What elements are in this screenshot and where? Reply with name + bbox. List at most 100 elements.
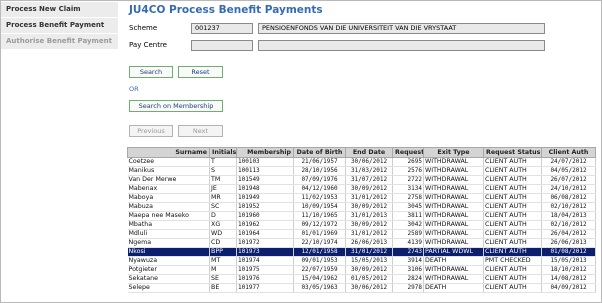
cell-client-auth: 02/10/2012 bbox=[541, 202, 596, 212]
cell-membership: 101973 bbox=[236, 247, 294, 257]
cell-date-of-birth: 09/01/1953 bbox=[293, 256, 346, 266]
column-header-request-status[interactable]: Request Status bbox=[483, 147, 542, 158]
cell-request: 3042 bbox=[392, 220, 424, 230]
cell-client-auth: 06/08/2012 bbox=[541, 193, 596, 203]
cell-request: 2722 bbox=[392, 175, 424, 185]
cell-client-auth: 26/04/2012 bbox=[541, 229, 596, 239]
table-header-row: Surname Initials Membership Date of Birt… bbox=[127, 147, 596, 158]
cell-request: 2758 bbox=[392, 193, 424, 203]
cell-request: 2743 bbox=[392, 247, 424, 257]
cell-exit-type: WITHDRAWAL bbox=[423, 202, 484, 212]
scheme-name-field[interactable]: PENSIOENFONDS VAN DIE UNIVERSITEIT VAN D… bbox=[258, 23, 545, 34]
table-row[interactable]: Van Der Merwe TM 101549 07/09/1976 31/07/201… bbox=[127, 175, 596, 185]
cell-request-status: PMT CHECKED bbox=[483, 256, 542, 266]
cell-initials: SE bbox=[209, 274, 237, 284]
table-row[interactable]: Selepe BE 101977 03/05/1963 30/06/2012 2978 DE… bbox=[127, 283, 596, 293]
nav-item-process-new-claim[interactable]: Process New Claim bbox=[1, 2, 118, 17]
search-on-membership-button[interactable]: Search on Membership bbox=[129, 100, 223, 112]
cell-initials: MT bbox=[209, 256, 237, 266]
cell-request-status: CLIENT AUTH bbox=[483, 202, 542, 212]
cell-client-auth: 14/08/2012 bbox=[541, 274, 596, 284]
cell-exit-type: WITHDRAWAL bbox=[423, 274, 484, 284]
table-row[interactable]: Maepa nee Maseko D 101960 11/10/1965 31/01/2… bbox=[127, 211, 596, 221]
cell-client-auth: 26/06/2013 bbox=[541, 238, 596, 248]
cell-client-auth: 26/07/2012 bbox=[541, 175, 596, 185]
table-row[interactable]: Coetzee T 100103 21/06/1957 30/06/2012 2695 WI… bbox=[127, 157, 596, 167]
reset-button[interactable]: Reset bbox=[178, 66, 223, 78]
table-row[interactable]: Mdluli WD 101964 01/01/1969 31/01/2012 2589 WI… bbox=[127, 229, 596, 239]
cell-date-of-birth: 11/10/1965 bbox=[293, 211, 346, 221]
cell-initials: MR bbox=[209, 193, 237, 203]
cell-request-status: CLIENT AUTH bbox=[483, 220, 542, 230]
cell-request: 2695 bbox=[392, 157, 424, 167]
page-title: JU4CO Process Benefit Payments bbox=[129, 4, 323, 16]
table-row[interactable]: Mabenax JE 101948 04/12/1960 30/09/2012 3134 W… bbox=[127, 184, 596, 194]
column-header-initials[interactable]: Initials bbox=[209, 147, 237, 158]
cell-client-auth: 24/10/2012 bbox=[541, 184, 596, 194]
cell-end-date: 31/01/2012 bbox=[345, 247, 393, 257]
cell-initials: S bbox=[209, 166, 237, 176]
next-page-button: Next bbox=[178, 125, 223, 137]
table-row[interactable]: Manikus S 100113 28/10/1956 31/03/2012 2576 WI… bbox=[127, 166, 596, 176]
cell-date-of-birth: 22/07/1959 bbox=[293, 265, 346, 275]
cell-request-status: CLIENT AUTH bbox=[483, 238, 542, 248]
column-header-request[interactable]: Request bbox=[392, 147, 424, 158]
cell-surname: Manikus bbox=[127, 166, 210, 176]
cell-client-auth: 02/10/2012 bbox=[541, 220, 596, 230]
table-row[interactable]: Sekatane SE 101976 15/04/1962 01/05/2012 2824… bbox=[127, 274, 596, 284]
nav-item-process-benefit-payment[interactable]: Process Benefit Payment bbox=[1, 18, 118, 33]
column-header-date-of-birth[interactable]: Date of Birth bbox=[293, 147, 346, 158]
pay-centre-name-field[interactable] bbox=[258, 40, 545, 51]
column-header-membership[interactable]: Membership bbox=[236, 147, 294, 158]
cell-date-of-birth: 22/10/1974 bbox=[293, 238, 346, 248]
cell-initials: M bbox=[209, 265, 237, 275]
search-button[interactable]: Search bbox=[129, 66, 173, 78]
column-header-end-date[interactable]: End Date bbox=[345, 147, 393, 158]
cell-request-status: CLIENT AUTH bbox=[483, 247, 542, 257]
cell-surname: Potgieter bbox=[127, 265, 210, 275]
column-header-exit-type[interactable]: Exit Type bbox=[423, 147, 484, 158]
cell-request: 3106 bbox=[392, 265, 424, 275]
pay-centre-code-field[interactable] bbox=[191, 40, 253, 51]
cell-exit-type: PARTIAL WDWL bbox=[423, 247, 484, 257]
cell-end-date: 30/09/2012 bbox=[345, 265, 393, 275]
table-row[interactable]: Mabuza SC 101952 10/09/1954 30/09/2012 3045 WI… bbox=[127, 202, 596, 212]
column-header-client-auth[interactable]: Client Auth bbox=[541, 147, 596, 158]
cell-request-status: CLIENT AUTH bbox=[483, 274, 542, 284]
table-row[interactable]: Potgieter M 101975 22/07/1959 30/09/2012 3106… bbox=[127, 265, 596, 275]
table-row[interactable]: Maboya MR 101949 11/02/1953 31/01/2012 2758 WI… bbox=[127, 193, 596, 203]
cell-exit-type: WITHDRAWAL bbox=[423, 265, 484, 275]
cell-date-of-birth: 21/06/1957 bbox=[293, 157, 346, 167]
cell-initials: CD bbox=[209, 238, 237, 248]
cell-initials: JE bbox=[209, 184, 237, 194]
cell-end-date: 31/03/2012 bbox=[345, 166, 393, 176]
cell-exit-type: WITHDRAWAL bbox=[423, 238, 484, 248]
table-row[interactable]: Mbatha XG 101962 09/12/1972 30/09/2012 3042 WI… bbox=[127, 220, 596, 230]
results-table: Surname Initials Membership Date of Birt… bbox=[127, 147, 596, 293]
column-header-surname[interactable]: Surname bbox=[127, 147, 210, 158]
cell-surname: Sekatane bbox=[127, 274, 210, 284]
table-row[interactable]: Nkosi BPP 101973 12/01/1958 31/01/2012 2743 PA… bbox=[127, 247, 596, 257]
cell-end-date: 31/01/2013 bbox=[345, 211, 393, 221]
cell-request: 3914 bbox=[392, 256, 424, 266]
table-row[interactable]: Nyawuza MT 101974 09/01/1953 15/05/2013 3914 D… bbox=[127, 256, 596, 266]
scheme-code-field[interactable]: 001237 bbox=[191, 23, 253, 34]
cell-membership: 101975 bbox=[236, 265, 294, 275]
cell-end-date: 26/06/2013 bbox=[345, 238, 393, 248]
cell-end-date: 31/07/2012 bbox=[345, 175, 393, 185]
cell-initials: T bbox=[209, 157, 237, 167]
cell-date-of-birth: 11/02/1953 bbox=[293, 193, 346, 203]
cell-exit-type: WITHDRAWAL bbox=[423, 193, 484, 203]
cell-end-date: 30/09/2012 bbox=[345, 202, 393, 212]
cell-request: 2824 bbox=[392, 274, 424, 284]
cell-membership: 100103 bbox=[236, 157, 294, 167]
cell-date-of-birth: 12/01/1958 bbox=[293, 247, 346, 257]
table-row[interactable]: Ngema CD 101972 22/10/1974 26/06/2013 4139 WIT… bbox=[127, 238, 596, 248]
cell-surname: Mdluli bbox=[127, 229, 210, 239]
cell-membership: 101549 bbox=[236, 175, 294, 185]
cell-client-auth: 24/07/2012 bbox=[541, 157, 596, 167]
cell-exit-type: WITHDRAWAL bbox=[423, 211, 484, 221]
cell-initials: SC bbox=[209, 202, 237, 212]
cell-initials: BPP bbox=[209, 247, 237, 257]
cell-membership: 101977 bbox=[236, 283, 294, 293]
